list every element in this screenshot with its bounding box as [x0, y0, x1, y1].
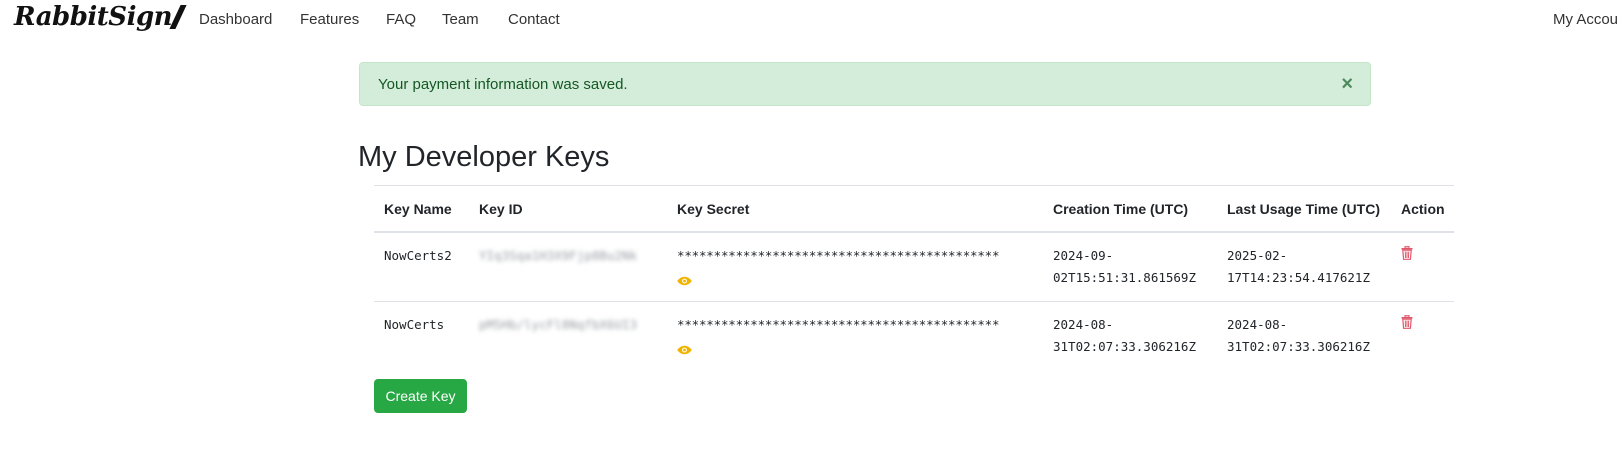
action-cell: [1391, 302, 1454, 371]
key-secret-cell: ****************************************…: [667, 302, 1043, 371]
key-secret-cell: ****************************************…: [667, 232, 1043, 302]
key-id-value: pM5Hb/lycFl8NqfbX6UI3: [479, 317, 638, 332]
header-action: Action: [1391, 185, 1454, 233]
key-id-value: YIq3Sqa1H3X9Fjp8Bu2Nk: [479, 248, 638, 263]
alert-message: Your payment information was saved.: [378, 76, 628, 93]
header-creation-time: Creation Time (UTC): [1043, 185, 1217, 233]
creation-time: 02T15:51:31.861569Z: [1053, 270, 1196, 285]
trash-icon[interactable]: [1401, 314, 1413, 336]
key-id-cell: pM5Hb/lycFl8NqfbX6UI3: [469, 302, 667, 371]
header-key-id: Key ID: [469, 185, 667, 233]
key-name-cell: NowCerts: [384, 317, 445, 332]
action-cell: [1391, 232, 1454, 302]
header-last-usage-time: Last Usage Time (UTC): [1217, 185, 1391, 233]
last-usage-date: 2025-02-: [1227, 248, 1288, 263]
top-navbar: RabbitSign Dashboard Features FAQ Team C…: [0, 0, 1619, 40]
header-key-name: Key Name: [374, 185, 469, 233]
nav-link-features[interactable]: Features: [300, 11, 359, 28]
creation-time-cell: 2024-09- 02T15:51:31.861569Z: [1043, 232, 1217, 302]
nav-link-dashboard[interactable]: Dashboard: [199, 11, 272, 28]
last-usage-time: 17T14:23:54.417621Z: [1227, 270, 1370, 285]
eye-icon[interactable]: [677, 340, 692, 362]
alert-close-button[interactable]: ×: [1341, 72, 1353, 96]
page-title: My Developer Keys: [358, 141, 610, 173]
creation-time: 31T02:07:33.306216Z: [1053, 339, 1196, 354]
creation-time-cell: 2024-08- 31T02:07:33.306216Z: [1043, 302, 1217, 371]
table-header-row: Key Name Key ID Key Secret Creation Time…: [374, 185, 1454, 233]
table-row: NowCerts pM5Hb/lycFl8NqfbX6UI3 *********…: [374, 302, 1454, 371]
creation-date: 2024-09-: [1053, 248, 1114, 263]
success-alert: Your payment information was saved. ×: [359, 62, 1371, 106]
eye-icon[interactable]: [677, 271, 692, 293]
last-usage-time-cell: 2024-08- 31T02:07:33.306216Z: [1217, 302, 1391, 371]
key-secret-masked: ****************************************…: [677, 317, 1000, 332]
brand-logo[interactable]: RabbitSign: [14, 2, 187, 32]
nav-link-team[interactable]: Team: [442, 11, 479, 28]
key-name-cell: NowCerts2: [374, 232, 469, 302]
creation-date: 2024-08-: [1053, 317, 1114, 332]
developer-keys-table: Key Name Key ID Key Secret Creation Time…: [374, 185, 1454, 370]
key-id-cell: YIq3Sqa1H3X9Fjp8Bu2Nk: [469, 232, 667, 302]
key-secret-masked: ****************************************…: [677, 248, 1000, 263]
nav-link-my-account[interactable]: My Account: [1553, 11, 1619, 28]
nav-link-faq[interactable]: FAQ: [386, 11, 416, 28]
header-key-secret: Key Secret: [667, 185, 1043, 233]
developer-keys-table-container: Key Name Key ID Key Secret Creation Time…: [374, 185, 1454, 370]
last-usage-time: 31T02:07:33.306216Z: [1227, 339, 1370, 354]
last-usage-time-cell: 2025-02- 17T14:23:54.417621Z: [1217, 232, 1391, 302]
last-usage-date: 2024-08-: [1227, 317, 1288, 332]
nav-link-contact[interactable]: Contact: [508, 11, 560, 28]
table-row: NowCerts2 YIq3Sqa1H3X9Fjp8Bu2Nk ********…: [374, 232, 1454, 302]
trash-icon[interactable]: [1401, 245, 1413, 267]
brand-name: RabbitSign: [14, 2, 173, 32]
create-key-button[interactable]: Create Key: [374, 379, 467, 413]
